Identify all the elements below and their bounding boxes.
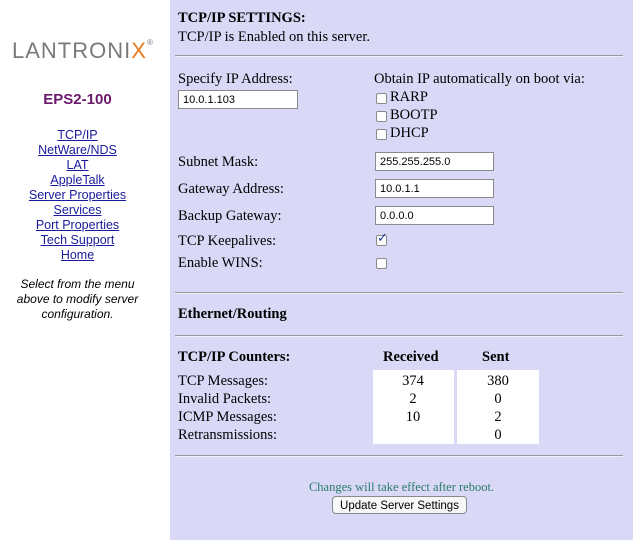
reboot-note: Changes will take effect after reboot. [308, 480, 495, 494]
divider [175, 335, 623, 337]
hint-line-1: Select from the menu [20, 277, 135, 291]
received-value: 10 [405, 409, 421, 425]
sent-value: 0 [494, 391, 502, 407]
lantronix-logo: LANTRONIX® [12, 38, 154, 64]
hint-line-3: configuration. [41, 307, 114, 321]
menu-home[interactable]: Home [0, 248, 155, 263]
hint-line-2: above to modify server [16, 292, 139, 306]
wins-label: Enable WINS: [178, 255, 263, 271]
backup-gateway-label: Backup Gateway: [178, 208, 282, 224]
menu-netware-nds[interactable]: NetWare/NDS [0, 143, 155, 158]
section-title: TCP/IP SETTINGS: [178, 10, 306, 26]
gateway-field[interactable]: 10.0.1.1 [375, 179, 494, 198]
divider [175, 292, 623, 294]
logo-text: LANTRONI [12, 38, 132, 63]
menu-appletalk[interactable]: AppleTalk [0, 173, 155, 188]
counter-label: TCP Messages: [178, 373, 269, 389]
bootp-checkbox[interactable] [376, 111, 387, 122]
menu-tcpip[interactable]: TCP/IP [0, 128, 155, 143]
obtain-ip-label: Obtain IP automatically on boot via: [374, 71, 585, 87]
sidebar: LANTRONIX® EPS2-100 TCP/IP NetWare/NDS L… [0, 0, 170, 540]
dhcp-label: DHCP [390, 125, 429, 141]
received-value: 374 [402, 373, 424, 389]
sent-value: 380 [487, 373, 509, 389]
counter-label: ICMP Messages: [178, 409, 277, 425]
menu-services[interactable]: Services [0, 203, 155, 218]
rarp-checkbox[interactable] [376, 93, 387, 104]
received-header: Received [383, 349, 439, 365]
sent-value: 2 [494, 409, 502, 425]
keepalive-label: TCP Keepalives: [178, 233, 277, 249]
logo-tm: ® [146, 38, 154, 47]
ethernet-routing-heading: Ethernet/Routing [178, 306, 287, 322]
sent-header: Sent [482, 349, 510, 365]
subnet-label: Subnet Mask: [178, 154, 259, 170]
menu-tech-support[interactable]: Tech Support [0, 233, 155, 248]
menu-server-properties[interactable]: Server Properties [0, 188, 155, 203]
logo-x: X [131, 38, 147, 63]
subnet-mask-field[interactable]: 255.255.255.0 [375, 152, 494, 171]
menu-port-properties[interactable]: Port Properties [0, 218, 155, 233]
ip-label: Specify IP Address: [178, 71, 293, 87]
menu-lat[interactable]: LAT [0, 158, 155, 173]
tcpip-status: TCP/IP is Enabled on this server. [178, 29, 370, 45]
rarp-label: RARP [390, 89, 428, 105]
divider [175, 455, 623, 457]
menu-hint: Select from the menu above to modify ser… [0, 277, 155, 322]
bootp-label: BOOTP [390, 107, 438, 123]
counter-label: Invalid Packets: [178, 391, 272, 407]
counters-heading: TCP/IP Counters: [178, 349, 291, 365]
sent-value: 0 [494, 427, 502, 443]
backup-gateway-field[interactable]: 0.0.0.0 [375, 206, 494, 225]
update-settings-button[interactable]: Update Server Settings [332, 496, 467, 514]
wins-checkbox[interactable] [376, 258, 387, 269]
counter-label: Retransmissions: [178, 427, 278, 443]
settings-panel: TCP/IP SETTINGS: TCP/IP is Enabled on th… [170, 0, 633, 540]
divider [175, 55, 623, 57]
sidebar-menu: TCP/IP NetWare/NDS LAT AppleTalk Server … [0, 128, 155, 263]
model-name: EPS2-100 [43, 91, 112, 108]
received-value: 2 [409, 391, 417, 407]
keepalive-checkbox[interactable] [376, 231, 388, 246]
ip-address-field[interactable]: 10.0.1.103 [178, 90, 298, 109]
dhcp-checkbox[interactable] [376, 129, 387, 140]
gateway-label: Gateway Address: [178, 181, 284, 197]
